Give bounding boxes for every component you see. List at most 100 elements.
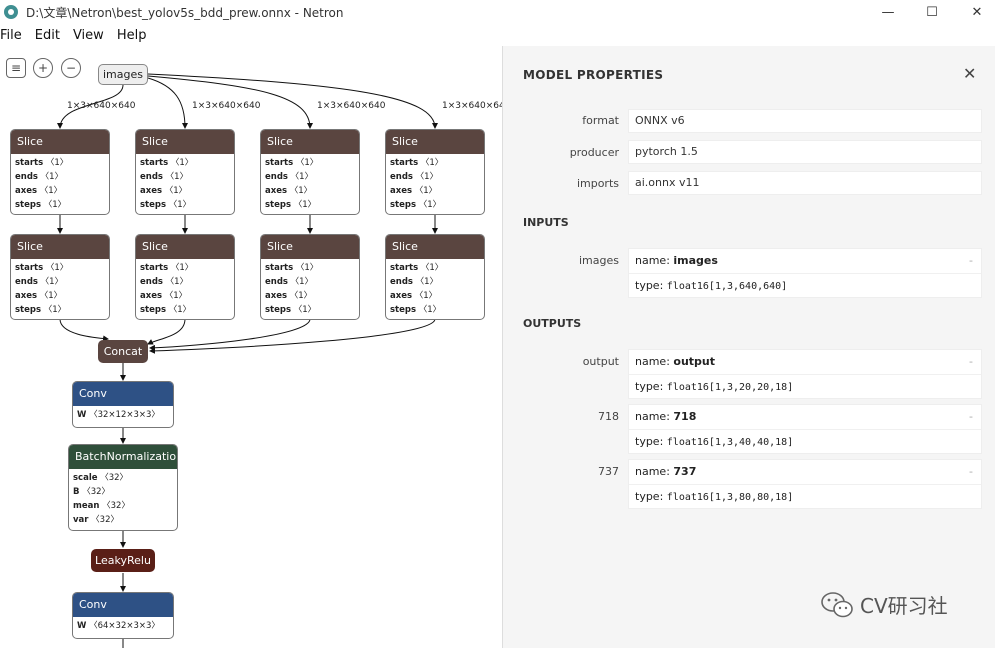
- attr-val: 〈1〉: [39, 186, 63, 196]
- maximize-button[interactable]: ☐: [910, 0, 954, 24]
- output-type: float16[1,3,40,40,18]: [666, 437, 794, 448]
- edge-shape-label: 1×3×640×640: [67, 101, 136, 111]
- node-title: Slice: [11, 130, 109, 154]
- attr-key: ends: [140, 277, 163, 287]
- attr-val: 〈32〉: [82, 487, 111, 497]
- attr-key: axes: [265, 186, 288, 196]
- attr-val: 〈1〉: [45, 158, 69, 168]
- prop-label-format: format: [582, 114, 619, 127]
- prop-value-producer: pytorch 1.5: [628, 140, 982, 164]
- close-window-button[interactable]: ✕: [955, 0, 995, 24]
- attr-val: 〈1〉: [168, 200, 192, 210]
- attr-key: axes: [140, 186, 163, 196]
- output-type: float16[1,3,20,20,18]: [666, 382, 794, 393]
- attr-val: 〈1〉: [414, 186, 438, 196]
- watermark: CV研习社: [820, 590, 948, 619]
- edge-shape-label: 1×3×640×640: [442, 101, 502, 111]
- attr-val: 〈1〉: [165, 277, 189, 287]
- output-box[interactable]: name: 718 - type: float16[1,3,40,40,18]: [628, 404, 982, 454]
- attr-val: 〈32〉: [102, 501, 130, 511]
- attr-key: starts: [265, 263, 294, 273]
- leakyrelu-node[interactable]: LeakyRelu: [91, 549, 155, 572]
- node-title: Slice: [386, 235, 484, 259]
- slice-node[interactable]: Slice starts 〈1〉 ends 〈1〉 axes 〈1〉 steps…: [135, 234, 235, 320]
- minimize-button[interactable]: —: [866, 0, 910, 24]
- attr-key: steps: [140, 305, 167, 315]
- attr-val: 〈1〉: [290, 277, 314, 287]
- slice-node[interactable]: Slice starts 〈1〉 ends 〈1〉 axes 〈1〉 steps…: [10, 129, 110, 215]
- sidebar-toggle-icon[interactable]: ≡: [6, 58, 26, 78]
- expand-dash[interactable]: -: [969, 405, 973, 429]
- attr-val: 〈1〉: [45, 263, 69, 273]
- output-name: output: [673, 355, 716, 368]
- slice-node[interactable]: Slice starts 〈1〉 ends 〈1〉 axes 〈1〉 steps…: [385, 234, 485, 320]
- zoom-in-icon[interactable]: +: [33, 58, 53, 78]
- node-title: Slice: [261, 130, 359, 154]
- node-title: Slice: [386, 130, 484, 154]
- menu-file[interactable]: File: [0, 26, 29, 46]
- attr-val: 〈1〉: [418, 305, 442, 315]
- expand-dash[interactable]: -: [969, 460, 973, 484]
- attr-key: axes: [15, 186, 38, 196]
- slice-node[interactable]: Slice starts 〈1〉 ends 〈1〉 axes 〈1〉 steps…: [385, 129, 485, 215]
- output-label: 718: [598, 410, 619, 423]
- expand-dash[interactable]: -: [969, 249, 973, 273]
- batchnorm-node[interactable]: BatchNormalization scale 〈32〉 B 〈32〉 mea…: [68, 444, 178, 531]
- attr-val: 〈32×12×3×3〉: [89, 410, 160, 420]
- conv-node[interactable]: Conv W 〈32×12×3×3〉: [72, 381, 174, 428]
- window-title: D:\文章\Netron\best_yolov5s_bdd_prew.onnx …: [26, 5, 344, 20]
- attr-key: var: [73, 515, 89, 525]
- attr-key: ends: [390, 277, 413, 287]
- attr-val: 〈1〉: [420, 263, 444, 273]
- name-prefix: name:: [635, 410, 674, 423]
- slice-node[interactable]: Slice starts 〈1〉 ends 〈1〉 axes 〈1〉 steps…: [135, 129, 235, 215]
- conv-node[interactable]: Conv W 〈64×32×3×3〉: [72, 592, 174, 639]
- menu-edit[interactable]: Edit: [35, 26, 67, 46]
- input-node-images[interactable]: images: [98, 64, 148, 85]
- attr-key: axes: [15, 291, 38, 301]
- attr-val: 〈1〉: [40, 172, 64, 182]
- attr-val: 〈1〉: [289, 186, 313, 196]
- attr-val: 〈1〉: [170, 263, 194, 273]
- graph-canvas[interactable]: ≡ + − images 1×3×640×640 1×3×640×640 1×3…: [0, 46, 502, 648]
- node-title: Conv: [73, 382, 173, 406]
- attr-key: steps: [390, 305, 417, 315]
- attr-key: starts: [140, 263, 169, 273]
- attr-key: starts: [390, 158, 419, 168]
- attr-val: 〈1〉: [415, 277, 439, 287]
- type-prefix: type:: [635, 380, 667, 393]
- menu-help[interactable]: Help: [117, 26, 154, 46]
- node-title: Conv: [73, 593, 173, 617]
- node-title: Slice: [261, 235, 359, 259]
- attr-key: ends: [15, 277, 38, 287]
- input-box[interactable]: name: images - type: float16[1,3,640,640]: [628, 248, 982, 298]
- slice-node[interactable]: Slice starts 〈1〉 ends 〈1〉 axes 〈1〉 steps…: [10, 234, 110, 320]
- close-panel-icon[interactable]: ✕: [963, 64, 976, 83]
- output-label: 737: [598, 465, 619, 478]
- expand-dash[interactable]: -: [969, 350, 973, 374]
- output-box[interactable]: name: output - type: float16[1,3,20,20,18…: [628, 349, 982, 399]
- input-type: float16[1,3,640,640]: [666, 281, 788, 292]
- menu-view[interactable]: View: [73, 26, 111, 46]
- concat-node[interactable]: Concat: [98, 340, 148, 363]
- slice-node[interactable]: Slice starts 〈1〉 ends 〈1〉 axes 〈1〉 steps…: [260, 129, 360, 215]
- type-prefix: type:: [635, 435, 667, 448]
- output-box[interactable]: name: 737 - type: float16[1,3,80,80,18]: [628, 459, 982, 509]
- attr-key: ends: [265, 172, 288, 182]
- attr-val: 〈1〉: [289, 291, 313, 301]
- slice-node[interactable]: Slice starts 〈1〉 ends 〈1〉 axes 〈1〉 steps…: [260, 234, 360, 320]
- name-prefix: name:: [635, 254, 674, 267]
- node-title: Slice: [136, 130, 234, 154]
- title-bar: D:\文章\Netron\best_yolov5s_bdd_prew.onnx …: [0, 0, 995, 24]
- output-name: 737: [673, 465, 697, 478]
- attr-val: 〈1〉: [43, 305, 67, 315]
- attr-key: axes: [265, 291, 288, 301]
- attr-key: axes: [140, 291, 163, 301]
- zoom-out-icon[interactable]: −: [61, 58, 81, 78]
- attr-val: 〈1〉: [39, 291, 63, 301]
- attr-key: ends: [15, 172, 38, 182]
- attr-val: 〈1〉: [170, 158, 194, 168]
- attr-val: 〈1〉: [43, 200, 67, 210]
- attr-key: steps: [15, 305, 42, 315]
- attr-key: steps: [265, 200, 292, 210]
